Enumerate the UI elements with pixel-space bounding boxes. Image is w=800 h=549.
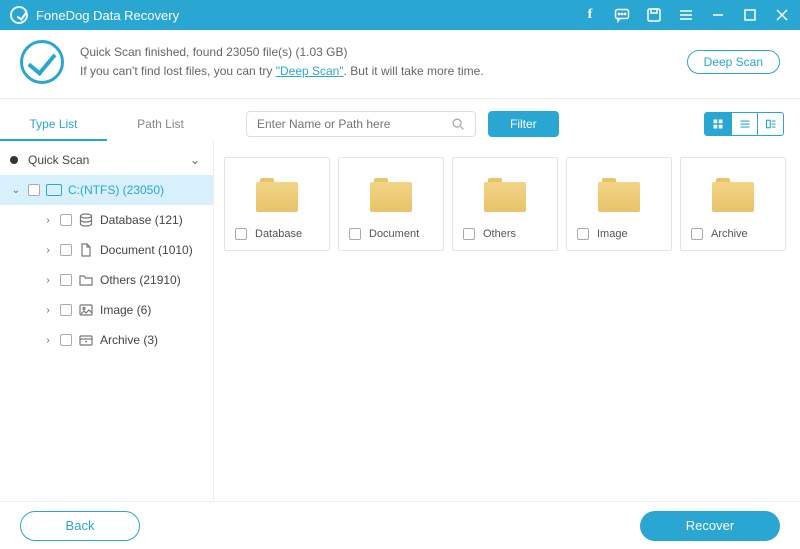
status-line2: If you can't find lost files, you can tr… xyxy=(80,62,687,81)
sidebar-item-image[interactable]: › Image (6) xyxy=(0,295,213,325)
deep-scan-link[interactable]: "Deep Scan" xyxy=(276,64,344,78)
view-switch xyxy=(704,112,784,136)
deep-scan-button[interactable]: Deep Scan xyxy=(687,50,780,74)
scan-status-bar: Quick Scan finished, found 23050 file(s)… xyxy=(0,30,800,99)
item-checkbox[interactable] xyxy=(60,274,72,286)
content-area: Database Document Others Image Archive xyxy=(214,141,800,501)
folder-label: Database xyxy=(255,228,302,240)
sidebar-item-database[interactable]: › Database (121) xyxy=(0,205,213,235)
database-icon xyxy=(78,213,94,227)
bullet-icon xyxy=(10,156,18,164)
sidebar-item-label: Image (6) xyxy=(100,303,151,317)
status-text: Quick Scan finished, found 23050 file(s)… xyxy=(80,43,687,81)
chevron-right-icon[interactable]: › xyxy=(42,215,54,226)
drive-checkbox[interactable] xyxy=(28,184,40,196)
folder-label: Others xyxy=(483,228,516,240)
search-icon[interactable] xyxy=(451,117,465,131)
app-logo-icon xyxy=(10,6,28,24)
feedback-icon[interactable] xyxy=(614,7,630,23)
main-area: Quick Scan ⌄ ⌄ C:(NTFS) (23050) › Databa… xyxy=(0,141,800,501)
checkmark-circle-icon xyxy=(20,40,64,84)
status-line1: Quick Scan finished, found 23050 file(s)… xyxy=(80,43,687,62)
folder-icon xyxy=(256,178,298,212)
folder-checkbox[interactable] xyxy=(691,228,703,240)
folder-grid: Database Document Others Image Archive xyxy=(224,157,790,251)
window-controls: f xyxy=(582,7,790,23)
sidebar-root[interactable]: Quick Scan ⌄ xyxy=(0,145,213,175)
view-list-icon[interactable] xyxy=(731,113,757,135)
folder-checkbox[interactable] xyxy=(349,228,361,240)
search-box[interactable] xyxy=(246,111,476,137)
image-icon xyxy=(78,303,94,317)
menu-icon[interactable] xyxy=(678,7,694,23)
sidebar: Quick Scan ⌄ ⌄ C:(NTFS) (23050) › Databa… xyxy=(0,141,214,501)
folder-card-archive[interactable]: Archive xyxy=(680,157,786,251)
folder-icon xyxy=(598,178,640,212)
facebook-icon[interactable]: f xyxy=(582,7,598,23)
folder-checkbox[interactable] xyxy=(577,228,589,240)
back-button[interactable]: Back xyxy=(20,511,140,541)
archive-icon xyxy=(78,333,94,347)
sidebar-item-others[interactable]: › Others (21910) xyxy=(0,265,213,295)
item-checkbox[interactable] xyxy=(60,304,72,316)
chevron-down-icon[interactable]: ⌄ xyxy=(10,185,22,196)
folder-checkbox[interactable] xyxy=(463,228,475,240)
chevron-down-icon[interactable]: ⌄ xyxy=(189,153,201,167)
folder-icon xyxy=(370,178,412,212)
sidebar-drive[interactable]: ⌄ C:(NTFS) (23050) xyxy=(0,175,213,205)
item-checkbox[interactable] xyxy=(60,244,72,256)
chevron-right-icon[interactable]: › xyxy=(42,335,54,346)
disk-icon xyxy=(46,184,62,196)
sidebar-item-label: Document (1010) xyxy=(100,243,193,257)
folder-icon xyxy=(712,178,754,212)
maximize-icon[interactable] xyxy=(742,7,758,23)
sidebar-item-label: Archive (3) xyxy=(100,333,158,347)
recover-button[interactable]: Recover xyxy=(640,511,780,541)
folder-checkbox[interactable] xyxy=(235,228,247,240)
folder-card-image[interactable]: Image xyxy=(566,157,672,251)
folder-icon xyxy=(484,178,526,212)
item-checkbox[interactable] xyxy=(60,214,72,226)
sidebar-drive-label: C:(NTFS) (23050) xyxy=(68,183,164,197)
tab-path-list[interactable]: Path List xyxy=(107,107,214,141)
folder-label: Image xyxy=(597,228,628,240)
document-icon xyxy=(78,243,94,257)
folder-card-database[interactable]: Database xyxy=(224,157,330,251)
chevron-right-icon[interactable]: › xyxy=(42,275,54,286)
view-grid-icon[interactable] xyxy=(705,113,731,135)
list-tabs: Type List Path List xyxy=(0,107,214,141)
folder-label: Archive xyxy=(711,228,748,240)
search-input[interactable] xyxy=(257,117,451,131)
folder-card-others[interactable]: Others xyxy=(452,157,558,251)
minimize-icon[interactable] xyxy=(710,7,726,23)
sidebar-item-label: Database (121) xyxy=(100,213,183,227)
sidebar-root-label: Quick Scan xyxy=(28,153,183,167)
close-icon[interactable] xyxy=(774,7,790,23)
view-detail-icon[interactable] xyxy=(757,113,783,135)
folder-label: Document xyxy=(369,228,419,240)
chevron-right-icon[interactable]: › xyxy=(42,305,54,316)
save-icon[interactable] xyxy=(646,7,662,23)
folder-icon xyxy=(78,273,94,287)
sidebar-item-label: Others (21910) xyxy=(100,273,181,287)
sidebar-item-document[interactable]: › Document (1010) xyxy=(0,235,213,265)
toolbar: Type List Path List Filter xyxy=(0,99,800,141)
sidebar-item-archive[interactable]: › Archive (3) xyxy=(0,325,213,355)
title-bar: FoneDog Data Recovery f xyxy=(0,0,800,30)
tab-type-list[interactable]: Type List xyxy=(0,107,107,141)
footer: Back Recover xyxy=(0,501,800,549)
item-checkbox[interactable] xyxy=(60,334,72,346)
app-title: FoneDog Data Recovery xyxy=(36,8,179,23)
filter-button[interactable]: Filter xyxy=(488,111,559,137)
folder-card-document[interactable]: Document xyxy=(338,157,444,251)
chevron-right-icon[interactable]: › xyxy=(42,245,54,256)
